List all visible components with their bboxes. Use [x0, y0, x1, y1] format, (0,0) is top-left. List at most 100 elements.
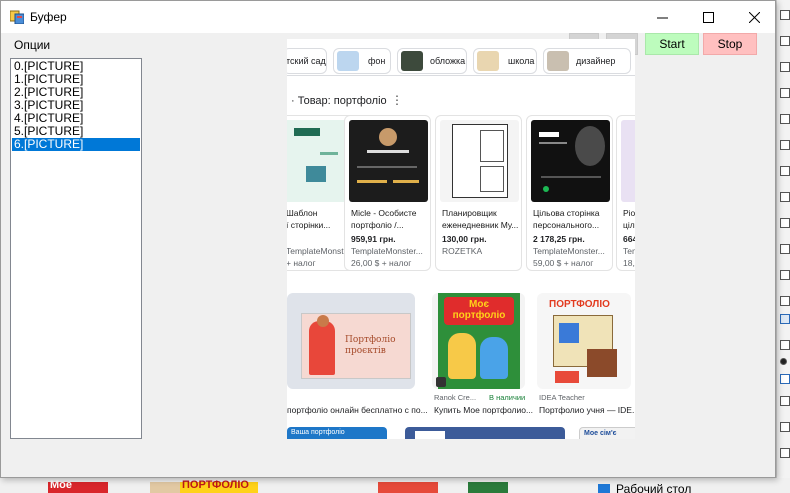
product-tax: 59,00 $ + налог: [533, 258, 594, 268]
product-title: Шаблон: [287, 208, 318, 218]
folder-icon[interactable]: [598, 484, 610, 493]
product-tax: 26,00 $ + налог: [351, 258, 412, 268]
result-art-title: ПОРТФОЛІО: [549, 299, 610, 310]
search-chip: школа: [473, 48, 537, 74]
picture-preview: тский сад фон обложка школа дизайнер · Т…: [287, 39, 635, 439]
image-result: ПОРТФОЛІО: [537, 293, 631, 389]
product-card: Ріо цілі 664 Tem 18,0: [616, 115, 635, 271]
product-price: 664: [623, 234, 635, 244]
product-title: Планировщик: [442, 208, 497, 218]
desktop-radio: [780, 358, 787, 365]
menu-options[interactable]: Опции: [8, 37, 56, 53]
product-subtitle: персонального...: [533, 220, 600, 230]
more-options-icon: ⋮: [391, 93, 403, 107]
desktop-folder-label[interactable]: Рабочий стол: [616, 482, 691, 493]
result-source: IDEA Teacher: [539, 393, 585, 402]
search-chip: фон: [333, 48, 391, 74]
chip-label: фон: [368, 56, 386, 66]
desktop-checkbox: [780, 374, 790, 384]
chip-thumbnail: [401, 51, 423, 71]
maximize-button[interactable]: [685, 1, 731, 33]
close-button[interactable]: [731, 1, 777, 33]
desktop-checkbox: [780, 422, 790, 432]
list-item-selected[interactable]: 6.[PICTURE]: [12, 138, 140, 151]
result-art-title: Портфоліо проєктів: [345, 335, 396, 356]
desktop-peek-image: Мое: [48, 479, 108, 493]
desktop-checkbox: [780, 10, 790, 20]
app-window: Буфер Опции - + Start Stop 0.[PICTURE] 1…: [0, 0, 776, 478]
image-result: Моє портфоліо: [432, 293, 525, 389]
product-subtitle: еженедневник Му...: [442, 220, 519, 230]
product-card: Цільова сторінка персонального... 2 178,…: [526, 115, 613, 271]
clipboard-list[interactable]: 0.[PICTURE] 1.[PICTURE] 2.[PICTURE] 3.[P…: [10, 58, 142, 439]
result-availability: В наличии: [489, 393, 526, 402]
product-image: [531, 120, 610, 202]
product-store: TemplateMonster...: [351, 246, 423, 256]
desktop-checkbox: [780, 340, 790, 350]
result-title: Купить Мое портфолио...: [434, 405, 534, 415]
app-icon: [10, 10, 24, 24]
strip-label: Ваша портфоліо: [291, 429, 345, 436]
desktop-peek-text: ПОРТФОЛІО: [182, 479, 249, 491]
desktop-checkbox: [780, 218, 790, 228]
product-image: [440, 120, 519, 202]
stop-button[interactable]: Stop: [703, 33, 757, 55]
desktop-checkbox: [780, 296, 790, 306]
desktop-checkbox: [780, 140, 790, 150]
chip-thumbnail: [337, 51, 359, 71]
product-price: 130,00 грн.: [442, 234, 487, 244]
chip-label: тский сад: [287, 56, 326, 66]
section-title: · Товар: портфоліо: [291, 95, 387, 107]
product-tax: + налог: [287, 258, 316, 268]
product-store: TemplateMonster...: [533, 246, 605, 256]
maximize-icon: [702, 11, 714, 23]
product-store: Tem: [623, 246, 635, 256]
product-card: Планировщик еженедневник Му... 130,00 гр…: [435, 115, 522, 271]
chip-thumbnail: [477, 51, 499, 71]
product-price: 2 178,25 грн.: [533, 234, 585, 244]
result-art-title: Моє портфоліо: [452, 299, 506, 321]
product-title: Micle - Особисте: [351, 208, 417, 218]
product-title: Цільова сторінка: [533, 208, 600, 218]
chip-label: дизайнер: [576, 56, 616, 66]
desktop-checkbox: [780, 36, 790, 46]
desktop-peek-image: [378, 482, 438, 493]
minimize-icon: [656, 17, 668, 18]
desktop-peek-text: Мое: [50, 479, 72, 491]
product-store: ROZETKA: [442, 246, 483, 256]
desktop-checkbox: [780, 88, 790, 98]
desktop-checkbox: [780, 166, 790, 176]
product-subtitle: портфоліо /...: [351, 220, 404, 230]
product-title: Ріо: [623, 208, 635, 218]
desktop-checkbox: [780, 314, 790, 324]
product-subtitle: ї сторінки...: [287, 220, 331, 230]
result-strip: Ваша портфоліо: [287, 427, 387, 439]
product-image: [349, 120, 428, 202]
chip-label: школа: [508, 56, 535, 66]
desktop-checkbox: [780, 448, 790, 458]
search-chip: обложка: [397, 48, 467, 74]
desktop-checkbox: [780, 270, 790, 280]
desktop-peek-image: ПОРТФОЛІО: [180, 479, 258, 493]
desktop-checkbox: [780, 62, 790, 72]
title-bar[interactable]: Буфер: [1, 1, 775, 33]
product-tax: 18,0: [623, 258, 635, 268]
desktop-checkbox: [780, 114, 790, 124]
start-button[interactable]: Start: [645, 33, 699, 55]
desktop-checkbox: [780, 244, 790, 254]
desktop-checkbox: [780, 396, 790, 406]
image-result: Портфоліо проєктів: [287, 293, 415, 389]
result-title: Портфолио учня — IDE...: [539, 405, 635, 415]
desktop-peek-image: [468, 482, 508, 493]
window-title: Буфер: [30, 10, 67, 24]
minimize-button[interactable]: [639, 1, 685, 33]
result-strip: [405, 427, 565, 439]
result-title: портфоліо онлайн бесплатно с по...: [287, 405, 428, 415]
desktop-peek-image: [150, 482, 180, 493]
search-chip: дизайнер: [543, 48, 631, 74]
desktop-right-edge: [776, 0, 790, 493]
close-icon: [748, 11, 760, 23]
divider: [287, 75, 635, 76]
result-source: Ranok Cre...: [434, 393, 477, 402]
strip-label: Мое сім'є: [584, 430, 617, 437]
